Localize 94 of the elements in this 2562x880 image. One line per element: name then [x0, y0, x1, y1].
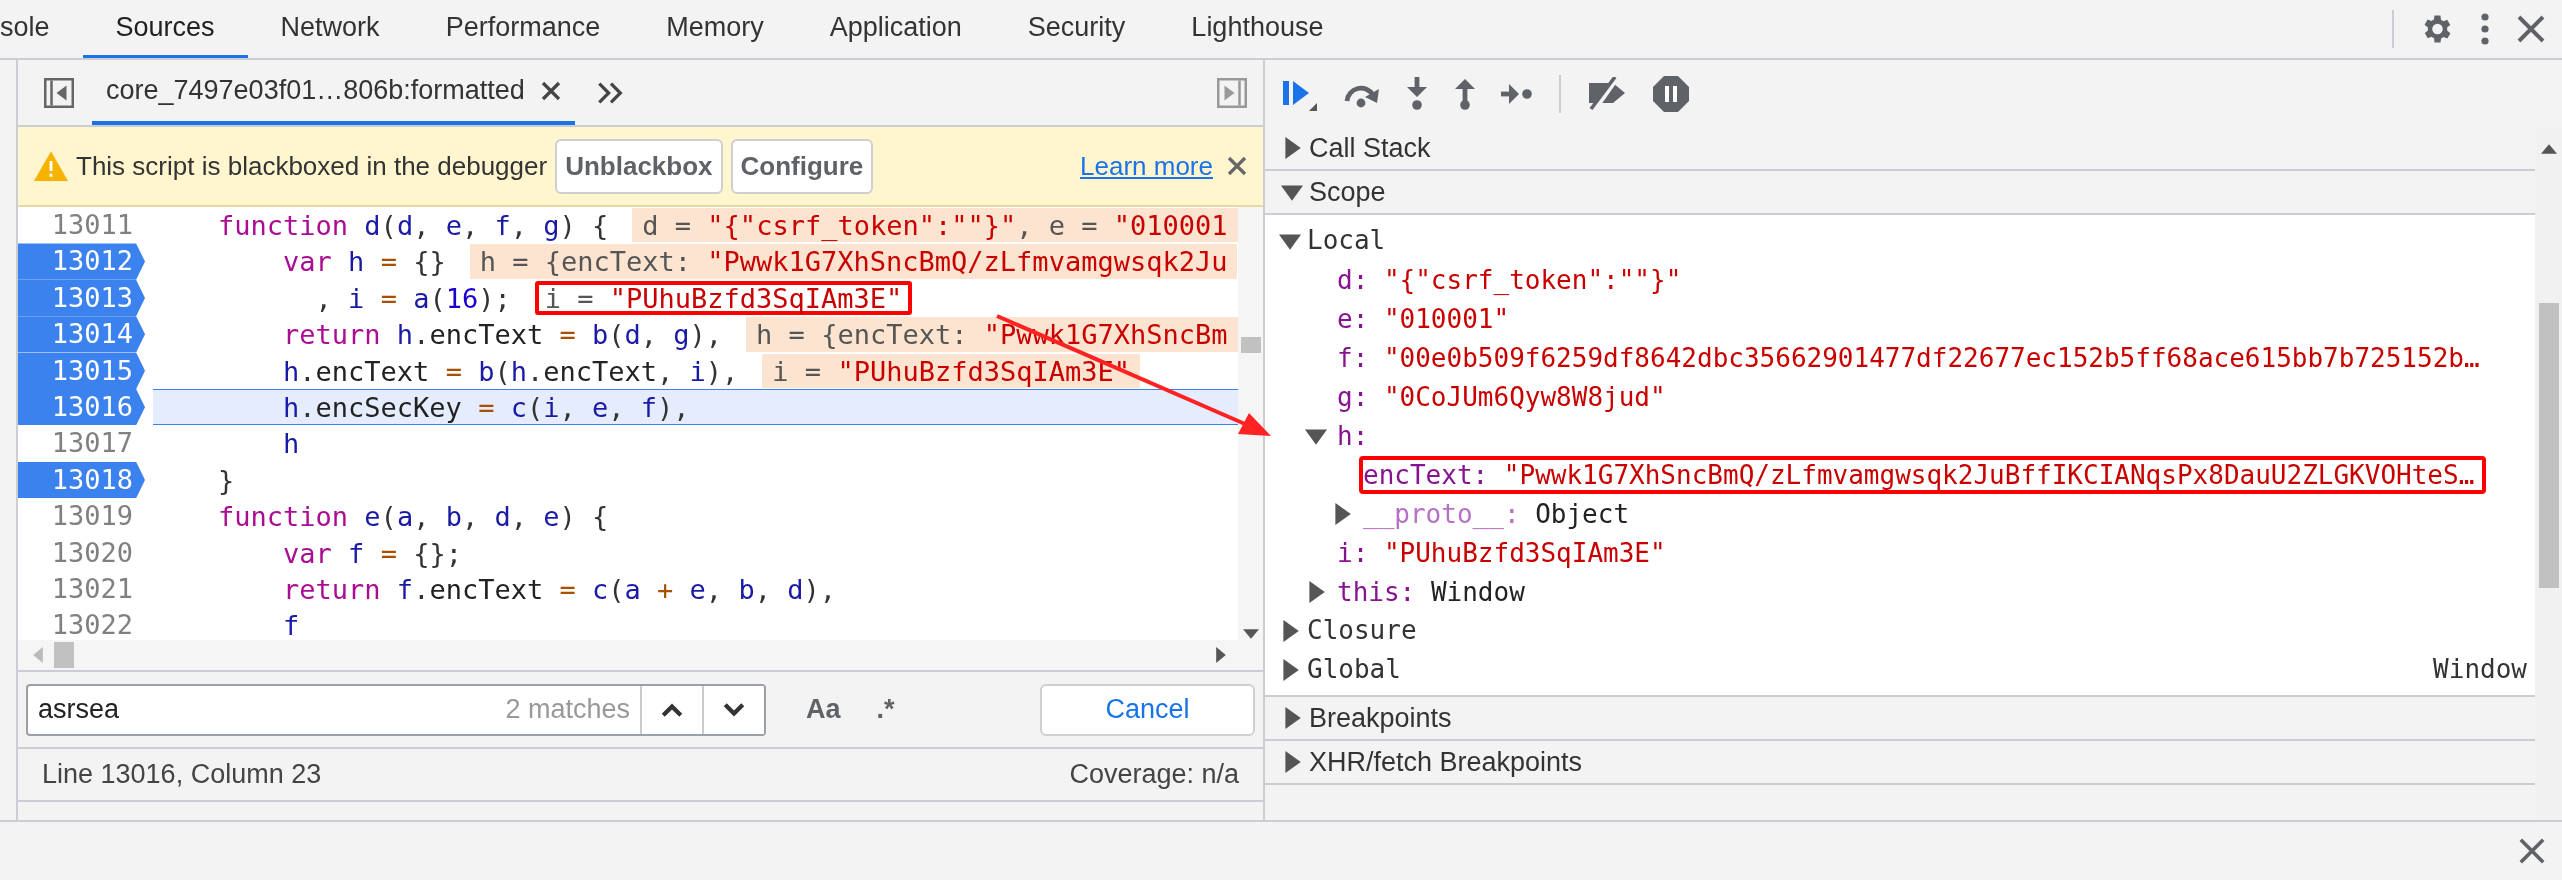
scrollbar-thumb[interactable] [1240, 337, 1261, 353]
more-tabs-icon[interactable] [596, 80, 625, 105]
scope-label[interactable]: Global [1307, 650, 1401, 689]
warning-message: This script is blackboxed in the debugger [76, 149, 548, 183]
search-input[interactable]: asrsea [28, 689, 506, 730]
close-icon[interactable] [2516, 14, 2546, 44]
chevron-up-icon [661, 702, 683, 717]
code-text: h.encSecKey = c(i, e, f), [282, 390, 690, 425]
scroll-up-icon[interactable] [2540, 143, 2557, 155]
sidebar-toggle-icon[interactable] [1217, 77, 1247, 108]
property-name[interactable]: f: [1337, 342, 1369, 373]
property-value: "0CoJUm6Qyw8W8jud" [1383, 381, 1666, 412]
cancel-button[interactable]: Cancel [1040, 683, 1255, 736]
line-number[interactable]: 13015 [18, 352, 145, 389]
more-options-icon[interactable] [2478, 11, 2492, 47]
regex-button[interactable]: .* [870, 688, 901, 731]
code-text: function d(d, e, f, g) { [217, 209, 609, 243]
panel-tab[interactable]: Lighthouse [1158, 0, 1357, 58]
line-number[interactable]: 13021 [18, 570, 145, 608]
scope-value: Window [2433, 653, 2528, 686]
property-name[interactable]: i: [1337, 537, 1369, 568]
code-text: return h.encText = b(d, g), [282, 318, 723, 352]
step-into-icon[interactable] [1405, 76, 1429, 111]
section-header[interactable]: Scope [1309, 171, 1386, 213]
section-header[interactable]: Call Stack [1309, 127, 1431, 169]
property-value: "Pwwk1G7XhSncBmQ/zLfmvamgwsqk2JuBffIKCIANqsPx8DauU2ZLGKVOHteS… [1503, 459, 2475, 490]
inline-value: i = "PUhuBzfd3SqIAm3E" [534, 280, 913, 316]
warning-button[interactable]: Configure [730, 138, 874, 194]
panel-tab[interactable]: Sources [82, 0, 248, 58]
line-number[interactable]: 13019 [18, 498, 145, 535]
property-value: "010001" [1383, 303, 1510, 334]
property-name[interactable]: d: [1337, 264, 1369, 295]
panel-tab[interactable]: Security [994, 0, 1159, 58]
search-bar[interactable]: asrsea 2 matches [26, 683, 766, 736]
property-name[interactable]: e: [1337, 303, 1369, 334]
next-match-button[interactable] [702, 685, 764, 734]
scope-label[interactable]: Local [1307, 221, 1386, 260]
code-text: f [282, 609, 300, 640]
property-name[interactable]: this: [1337, 576, 1416, 607]
line-number[interactable]: 13020 [18, 534, 145, 571]
cursor-position: Line 13016, Column 23 [42, 758, 322, 792]
pause-on-exceptions-icon[interactable] [1653, 75, 1689, 112]
section-header[interactable]: Breakpoints [1309, 697, 1452, 739]
property-value: Window [1430, 576, 1525, 607]
inline-value: h = {encText: "Pwwk1G7XhSncBmQ/zLfmvamgwsqk2Ju [469, 244, 1238, 279]
line-number[interactable]: 13016 [18, 388, 145, 426]
match-case-button[interactable]: Aa [800, 688, 847, 731]
file-tab[interactable]: core_7497e03f01…806b:formatted [106, 70, 525, 111]
property-name[interactable]: encText: [1363, 459, 1489, 490]
line-number[interactable]: 13017 [18, 425, 145, 462]
line-number[interactable]: 13018 [18, 461, 145, 499]
panel-tab[interactable]: Performance [412, 0, 634, 58]
warning-button[interactable]: Unblackbox [555, 138, 723, 194]
coverage-status: Coverage: n/a [1069, 758, 1239, 792]
scrollbar-thumb[interactable] [54, 642, 74, 668]
close-icon[interactable] [1227, 156, 1247, 176]
property-value: "00e0b509f6259df8642dbc35662901477df22677ec152b5ff68ace615bb7b725152b… [1383, 342, 2480, 373]
scroll-right-icon[interactable] [1215, 647, 1227, 663]
line-number[interactable]: 13011 [18, 207, 145, 244]
sidebar-toggle-icon[interactable] [44, 77, 74, 108]
panel-tab[interactable]: Network [247, 0, 413, 58]
code-text: function e(a, b, d, e) { [217, 500, 609, 534]
line-number[interactable]: 13013 [18, 279, 145, 317]
step-out-icon[interactable] [1453, 76, 1477, 111]
scope-label[interactable]: Closure [1307, 611, 1417, 650]
line-number[interactable]: 13014 [18, 316, 145, 353]
property-name[interactable]: g: [1337, 381, 1369, 412]
step-icon[interactable] [1501, 81, 1535, 106]
code-text: } [217, 463, 235, 498]
section-header[interactable]: XHR/fetch Breakpoints [1309, 741, 1583, 783]
panel-tab[interactable]: Memory [633, 0, 797, 58]
inline-value: i = "PUhuBzfd3SqIAm3E" [762, 353, 1140, 388]
code-text: h [282, 427, 300, 461]
property-name[interactable]: h: [1337, 420, 1369, 451]
inline-value: d = "{"csrf_token":""}", e = "010001 [632, 208, 1238, 243]
scrollbar-thumb[interactable] [2538, 303, 2559, 588]
code-text: var h = {} [282, 245, 446, 279]
line-number[interactable]: 13012 [18, 243, 145, 280]
code-text: , i = a(16); [314, 281, 511, 316]
match-count: 2 matches [505, 693, 631, 727]
property-value: Object [1535, 498, 1630, 529]
close-icon[interactable] [2518, 837, 2546, 865]
line-number[interactable]: 13022 [18, 607, 145, 640]
close-icon[interactable] [540, 80, 561, 101]
code-text: return f.encText = c(a + e, b, d), [282, 572, 836, 607]
property-value: "PUhuBzfd3SqIAm3E" [1383, 537, 1666, 568]
warning-icon [34, 151, 68, 181]
panel-tab[interactable]: sole [0, 0, 83, 58]
code-text: var f = {}; [282, 536, 462, 570]
code-text: h.encText = b(h.encText, i), [282, 354, 739, 388]
chevron-down-icon [723, 702, 745, 717]
panel-tab[interactable]: Application [796, 0, 995, 58]
property-value: "{"csrf_token":""}" [1383, 264, 1682, 295]
learn-more-link[interactable]: Learn more [1080, 146, 1213, 186]
